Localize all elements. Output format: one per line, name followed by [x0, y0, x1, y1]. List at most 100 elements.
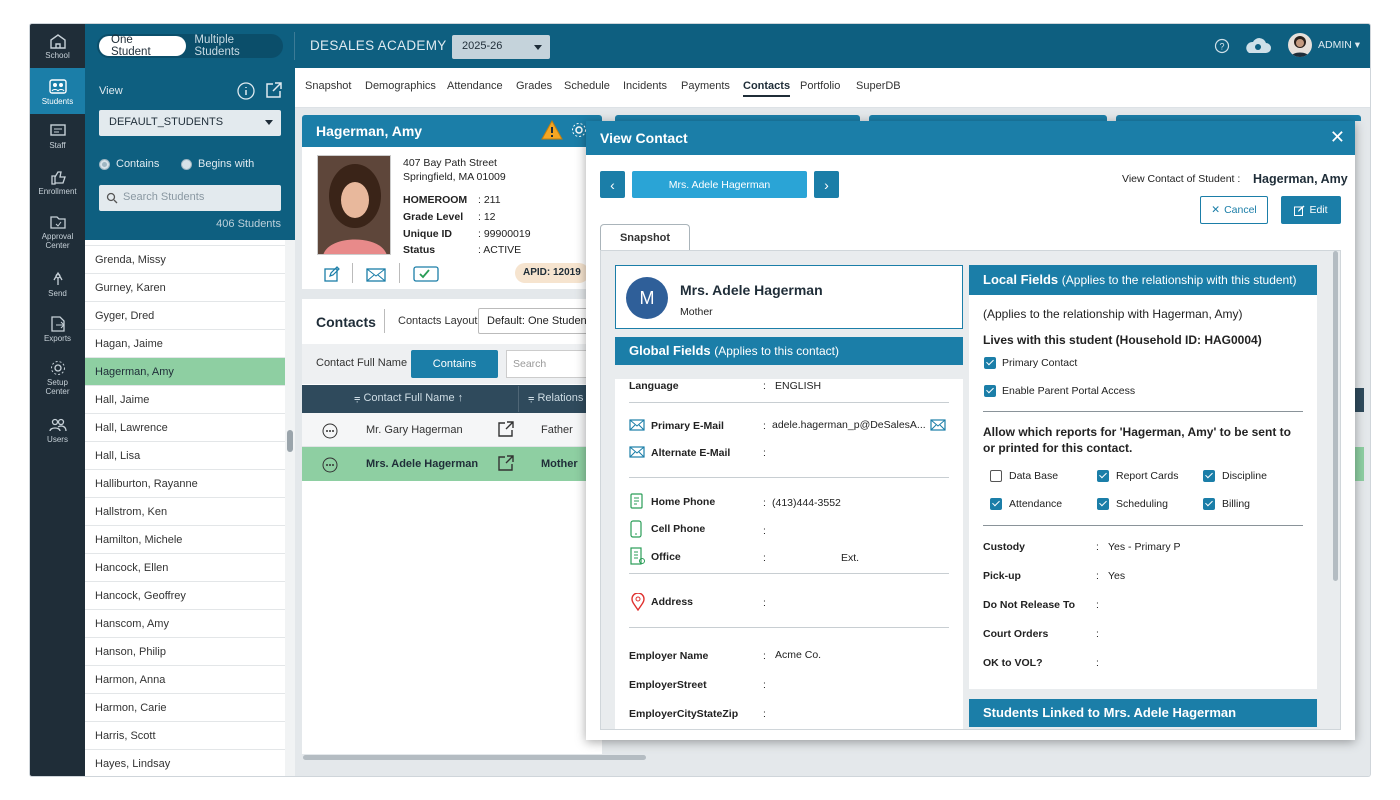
view-of-student: Hagerman, Amy	[1253, 172, 1348, 186]
tab-attendance[interactable]: Attendance	[447, 80, 503, 92]
prev-contact-button[interactable]: ‹	[600, 171, 625, 198]
student-list-item[interactable]: Grenda, Missy	[85, 246, 285, 274]
view-select[interactable]: DEFAULT_STUDENTS	[99, 110, 281, 136]
dialog-scrollbar[interactable]	[1332, 251, 1340, 591]
nav-approval-center[interactable]: Approval Center	[30, 208, 85, 256]
edit-icon[interactable]	[324, 266, 340, 285]
send-email-icon[interactable]	[930, 419, 946, 434]
student-street: 407 Bay Path Street	[403, 157, 497, 169]
dialog-header: View Contact	[586, 121, 1355, 155]
contacts-search-input[interactable]: Search	[506, 350, 588, 378]
student-search-input[interactable]: Search Students	[99, 185, 281, 211]
student-photo	[317, 155, 391, 255]
student-list-item[interactable]: Hall, Lawrence	[85, 414, 285, 442]
student-mode-toggle[interactable]: One Student Multiple Students	[97, 34, 283, 58]
student-list-item[interactable]: Hagerman, Amy	[85, 358, 285, 386]
filter-mode-button[interactable]: Contains	[411, 350, 498, 378]
col-contact-name[interactable]: ⩦ Contact Full Name ↑	[354, 392, 463, 405]
tab-grades[interactable]: Grades	[516, 80, 552, 92]
year-select[interactable]: 2025-26	[452, 35, 550, 59]
student-list-item[interactable]: Hayes, Lindsay	[85, 750, 285, 776]
student-list: Grenda, Missy Gurney, Karen Gyger, Dred Hag…	[85, 240, 285, 776]
chevron-left-icon: ‹	[610, 176, 615, 193]
nav-setup-center[interactable]: Setup Center	[30, 354, 85, 402]
horizontal-scrollbar[interactable]	[303, 755, 646, 760]
report-checkbox[interactable]	[1203, 498, 1215, 510]
home-phone-value: (413)444-3552	[772, 497, 841, 509]
open-contact-icon[interactable]	[498, 421, 514, 440]
student-list-item[interactable]: Hall, Jaime	[85, 386, 285, 414]
student-list-scrollbar[interactable]	[285, 240, 295, 776]
report-checkbox[interactable]	[990, 470, 1002, 482]
student-list-item[interactable]: Harris, Scott	[85, 722, 285, 750]
office-phone-icon	[629, 547, 645, 568]
nav-students[interactable]: Students	[30, 68, 85, 114]
edit-button[interactable]: Edit	[1281, 196, 1341, 224]
tab-incidents[interactable]: Incidents	[623, 80, 667, 92]
one-student-option[interactable]: One Student	[99, 34, 187, 58]
employer-name-label: Employer Name	[629, 650, 709, 662]
student-list-item[interactable]: Harmon, Carie	[85, 694, 285, 722]
open-external-icon[interactable]	[265, 81, 283, 102]
primary-contact-checkbox[interactable]	[984, 357, 996, 369]
info-icon[interactable]	[237, 82, 255, 103]
nav-staff[interactable]: Staff	[30, 114, 85, 158]
report-checkbox[interactable]	[1097, 498, 1109, 510]
tab-payments[interactable]: Payments	[681, 80, 730, 92]
cloud-icon[interactable]	[1242, 35, 1272, 58]
row-menu-icon[interactable]	[322, 423, 338, 442]
student-list-item[interactable]: Hanson, Philip	[85, 638, 285, 666]
student-list-item[interactable]: Hall, Lisa	[85, 442, 285, 470]
student-list-item[interactable]: Hanscom, Amy	[85, 610, 285, 638]
current-contact-button[interactable]: Mrs. Adele Hagerman	[632, 171, 807, 198]
warning-icon[interactable]	[541, 119, 563, 143]
nav-users[interactable]: Users	[30, 408, 85, 452]
multiple-students-option[interactable]: Multiple Students	[186, 34, 281, 58]
tab-demographics[interactable]: Demographics	[365, 80, 436, 92]
student-list-item[interactable]: Hancock, Geoffrey	[85, 582, 285, 610]
gear-icon[interactable]	[571, 122, 587, 141]
attendance-check-icon[interactable]	[413, 266, 439, 285]
tab-contacts[interactable]: Contacts	[743, 80, 791, 97]
nav-school[interactable]: School	[30, 24, 85, 68]
lives-with-label: Lives with this student (Household ID: H…	[983, 333, 1262, 347]
next-contact-button[interactable]: ›	[814, 171, 839, 198]
contacts-layout-select[interactable]: Default: One Student	[478, 308, 588, 334]
begins-with-radio[interactable]: Begins with	[181, 158, 254, 170]
student-list-item[interactable]: Halliburton, Rayanne	[85, 470, 285, 498]
report-checkbox[interactable]	[990, 498, 1002, 510]
tab-snapshot[interactable]: Snapshot	[600, 224, 690, 251]
tab-superdb[interactable]: SuperDB	[856, 80, 901, 92]
student-list-item[interactable]: Hagan, Jaime	[85, 330, 285, 358]
report-label: Billing	[1222, 498, 1251, 510]
report-checkbox[interactable]	[1203, 470, 1215, 482]
parent-portal-label: Enable Parent Portal Access	[1002, 385, 1136, 397]
report-checkbox[interactable]	[1097, 470, 1109, 482]
parent-portal-checkbox[interactable]	[984, 385, 996, 397]
nav-exports[interactable]: Exports	[30, 307, 85, 351]
tab-portfolio[interactable]: Portfolio	[800, 80, 840, 92]
tab-schedule[interactable]: Schedule	[564, 80, 610, 92]
tab-snapshot[interactable]: Snapshot	[305, 80, 351, 92]
report-label: Data Base	[1009, 470, 1059, 482]
nav-enrollment[interactable]: Enrollment	[30, 160, 85, 204]
main-nav: School Students Staff Enrollment Approva…	[30, 24, 85, 776]
col-relations[interactable]: ⩦ Relations	[528, 392, 583, 405]
contains-radio[interactable]: Contains	[99, 158, 159, 170]
student-list-item[interactable]: Hallstrom, Ken	[85, 498, 285, 526]
close-icon[interactable]: ✕	[1330, 127, 1345, 148]
user-menu[interactable]: ADMIN ▾	[1318, 39, 1360, 51]
status-label: Status	[403, 244, 436, 256]
student-list-item[interactable]: Harmon, Anna	[85, 666, 285, 694]
student-list-item[interactable]: Hancock, Ellen	[85, 554, 285, 582]
student-list-item[interactable]: Gyger, Dred	[85, 302, 285, 330]
nav-send[interactable]: Send	[30, 262, 85, 306]
student-list-item[interactable]: Gurney, Karen	[85, 274, 285, 302]
mail-icon[interactable]	[366, 268, 386, 285]
open-contact-icon[interactable]	[498, 455, 514, 474]
row-menu-icon[interactable]	[322, 457, 338, 476]
help-icon[interactable]: ?	[1214, 38, 1230, 57]
student-list-item[interactable]: Hamilton, Michele	[85, 526, 285, 554]
cancel-button[interactable]: ✕ Cancel	[1200, 196, 1268, 224]
user-avatar[interactable]	[1288, 33, 1312, 57]
